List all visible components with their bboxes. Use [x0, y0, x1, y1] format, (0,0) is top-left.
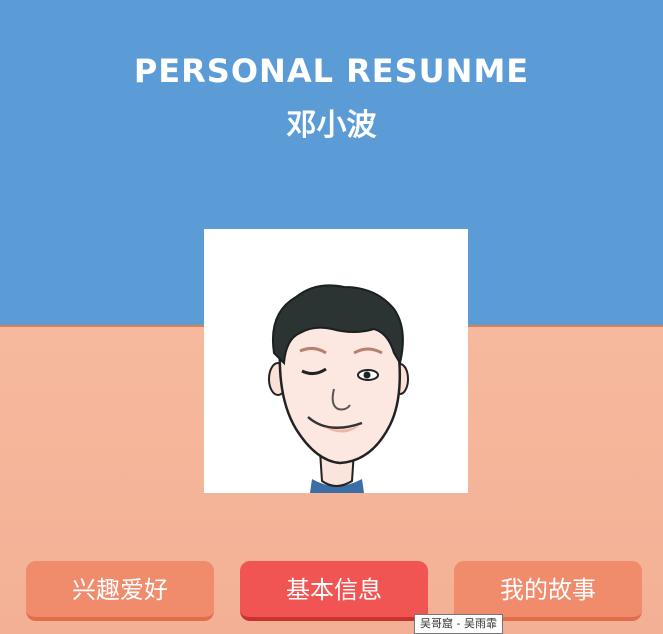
basic-info-button[interactable]: 基本信息 — [240, 561, 428, 621]
my-story-button[interactable]: 我的故事 — [454, 561, 642, 621]
cartoon-avatar-icon — [268, 284, 409, 493]
owner-name: 邓小波 — [286, 108, 377, 143]
hobbies-button[interactable]: 兴趣爱好 — [26, 561, 214, 621]
page-title: PERSONAL RESUNME — [133, 52, 530, 90]
tooltip: 吴哥窟 - 吴雨霏 — [414, 614, 503, 634]
avatar — [204, 229, 468, 493]
